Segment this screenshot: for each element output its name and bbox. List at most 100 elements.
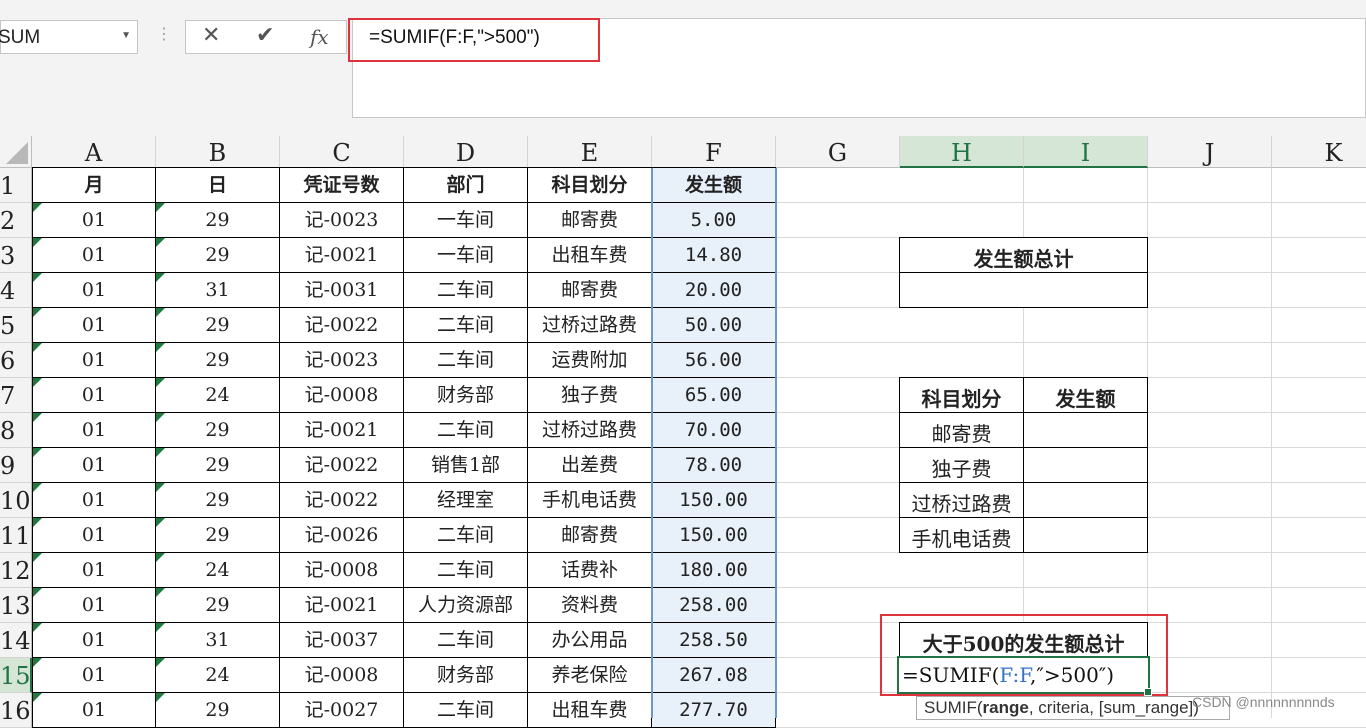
table-cell[interactable]: 01 <box>32 238 156 273</box>
table-cell[interactable]: 记-0008 <box>280 553 404 588</box>
table-cell[interactable]: 01 <box>32 483 156 518</box>
column-header-A[interactable]: A <box>32 136 156 168</box>
row-header-7[interactable]: 7 <box>0 378 32 413</box>
table-cell[interactable]: 01 <box>32 343 156 378</box>
total-value-cell[interactable] <box>899 272 1148 308</box>
table-cell[interactable]: 01 <box>32 273 156 308</box>
table-cell[interactable]: 01 <box>32 553 156 588</box>
table-cell[interactable]: 二车间 <box>404 343 528 378</box>
row-header-16[interactable]: 16 <box>0 693 32 728</box>
table-cell[interactable]: 01 <box>32 378 156 413</box>
row-header-15[interactable]: 15 <box>0 658 32 693</box>
table-cell[interactable]: 5.00 <box>652 203 776 238</box>
row-header-1[interactable]: 1 <box>0 168 32 203</box>
table-cell[interactable]: 财务部 <box>404 658 528 693</box>
table-cell[interactable]: 29 <box>156 693 280 728</box>
table-cell[interactable]: 记-0022 <box>280 483 404 518</box>
table-cell[interactable]: 258.00 <box>652 588 776 623</box>
table-cell[interactable]: 70.00 <box>652 413 776 448</box>
row-header-4[interactable]: 4 <box>0 273 32 308</box>
grip-icon[interactable]: ⋮ <box>156 24 172 43</box>
table-cell[interactable]: 24 <box>156 378 280 413</box>
table-cell[interactable]: 20.00 <box>652 273 776 308</box>
table-cell[interactable]: 24 <box>156 553 280 588</box>
table-cell[interactable]: 话费补 <box>528 553 652 588</box>
table-cell[interactable]: 过桥过路费 <box>528 308 652 343</box>
table-cell[interactable]: 经理室 <box>404 483 528 518</box>
table-cell[interactable]: 出租车费 <box>528 693 652 728</box>
table-cell[interactable]: 01 <box>32 588 156 623</box>
table-cell[interactable]: 二车间 <box>404 553 528 588</box>
table-cell[interactable]: 记-0037 <box>280 623 404 658</box>
chevron-down-icon[interactable]: ▼ <box>121 30 131 41</box>
column-header-C[interactable]: C <box>280 136 404 168</box>
table-header-cell[interactable]: 发生额 <box>652 167 776 203</box>
table-cell[interactable]: 180.00 <box>652 553 776 588</box>
column-header-K[interactable]: K <box>1272 136 1366 168</box>
table-header-cell[interactable]: 日 <box>156 167 280 203</box>
row-header-10[interactable]: 10 <box>0 483 32 518</box>
row-header-11[interactable]: 11 <box>0 518 32 553</box>
insert-function-icon[interactable]: fx <box>310 25 329 49</box>
table-cell[interactable]: 01 <box>32 623 156 658</box>
table-cell[interactable]: 150.00 <box>652 483 776 518</box>
table-cell[interactable]: 手机电话费 <box>528 483 652 518</box>
row-header-14[interactable]: 14 <box>0 623 32 658</box>
table-cell[interactable]: 29 <box>156 483 280 518</box>
table-cell[interactable]: 资料费 <box>528 588 652 623</box>
table-cell[interactable]: 记-0023 <box>280 343 404 378</box>
row-header-12[interactable]: 12 <box>0 553 32 588</box>
table-cell[interactable]: 二车间 <box>404 308 528 343</box>
table-cell[interactable]: 邮寄费 <box>528 203 652 238</box>
table-cell[interactable]: 记-0022 <box>280 448 404 483</box>
row-header-13[interactable]: 13 <box>0 588 32 623</box>
table-cell[interactable]: 记-0027 <box>280 693 404 728</box>
amount-cell[interactable] <box>1023 447 1148 483</box>
table-cell[interactable]: 14.80 <box>652 238 776 273</box>
table-cell[interactable]: 01 <box>32 448 156 483</box>
table-cell[interactable]: 29 <box>156 308 280 343</box>
table-cell[interactable]: 29 <box>156 203 280 238</box>
table-cell[interactable]: 01 <box>32 518 156 553</box>
table-cell[interactable]: 二车间 <box>404 693 528 728</box>
table-cell[interactable]: 65.00 <box>652 378 776 413</box>
column-header-G[interactable]: G <box>776 136 900 168</box>
table-cell[interactable]: 出租车费 <box>528 238 652 273</box>
column-header-I[interactable]: I <box>1024 136 1148 168</box>
table-cell[interactable]: 一车间 <box>404 203 528 238</box>
table-cell[interactable]: 记-0022 <box>280 308 404 343</box>
enter-check-icon[interactable]: ✔ <box>256 23 274 48</box>
table-cell[interactable]: 二车间 <box>404 623 528 658</box>
table-header-cell[interactable]: 科目划分 <box>528 167 652 203</box>
table-cell[interactable]: 78.00 <box>652 448 776 483</box>
row-header-6[interactable]: 6 <box>0 343 32 378</box>
row-header-9[interactable]: 9 <box>0 448 32 483</box>
table-cell[interactable]: 01 <box>32 693 156 728</box>
table-cell[interactable]: 二车间 <box>404 413 528 448</box>
table-cell[interactable]: 财务部 <box>404 378 528 413</box>
table-cell[interactable]: 277.70 <box>652 693 776 728</box>
table-header-cell[interactable]: 凭证号数 <box>280 167 404 203</box>
table-header-cell[interactable]: 部门 <box>404 167 528 203</box>
table-cell[interactable]: 人力资源部 <box>404 588 528 623</box>
table-cell[interactable]: 记-0023 <box>280 203 404 238</box>
table-cell[interactable]: 150.00 <box>652 518 776 553</box>
table-cell[interactable]: 二车间 <box>404 518 528 553</box>
table-cell[interactable]: 01 <box>32 413 156 448</box>
table-cell[interactable]: 记-0026 <box>280 518 404 553</box>
table-cell[interactable]: 过桥过路费 <box>528 413 652 448</box>
column-header-F[interactable]: F <box>652 136 776 168</box>
table-cell[interactable]: 31 <box>156 273 280 308</box>
table-cell[interactable]: 二车间 <box>404 273 528 308</box>
select-all-corner[interactable] <box>0 136 32 168</box>
column-header-D[interactable]: D <box>404 136 528 168</box>
table-cell[interactable]: 01 <box>32 308 156 343</box>
name-box[interactable]: SUM ▼ <box>0 20 138 54</box>
row-header-5[interactable]: 5 <box>0 308 32 343</box>
table-cell[interactable]: 记-0008 <box>280 378 404 413</box>
table-cell[interactable]: 记-0021 <box>280 588 404 623</box>
fill-handle[interactable] <box>1144 688 1152 696</box>
table-cell[interactable]: 29 <box>156 588 280 623</box>
table-cell[interactable]: 01 <box>32 203 156 238</box>
table-cell[interactable]: 267.08 <box>652 658 776 693</box>
